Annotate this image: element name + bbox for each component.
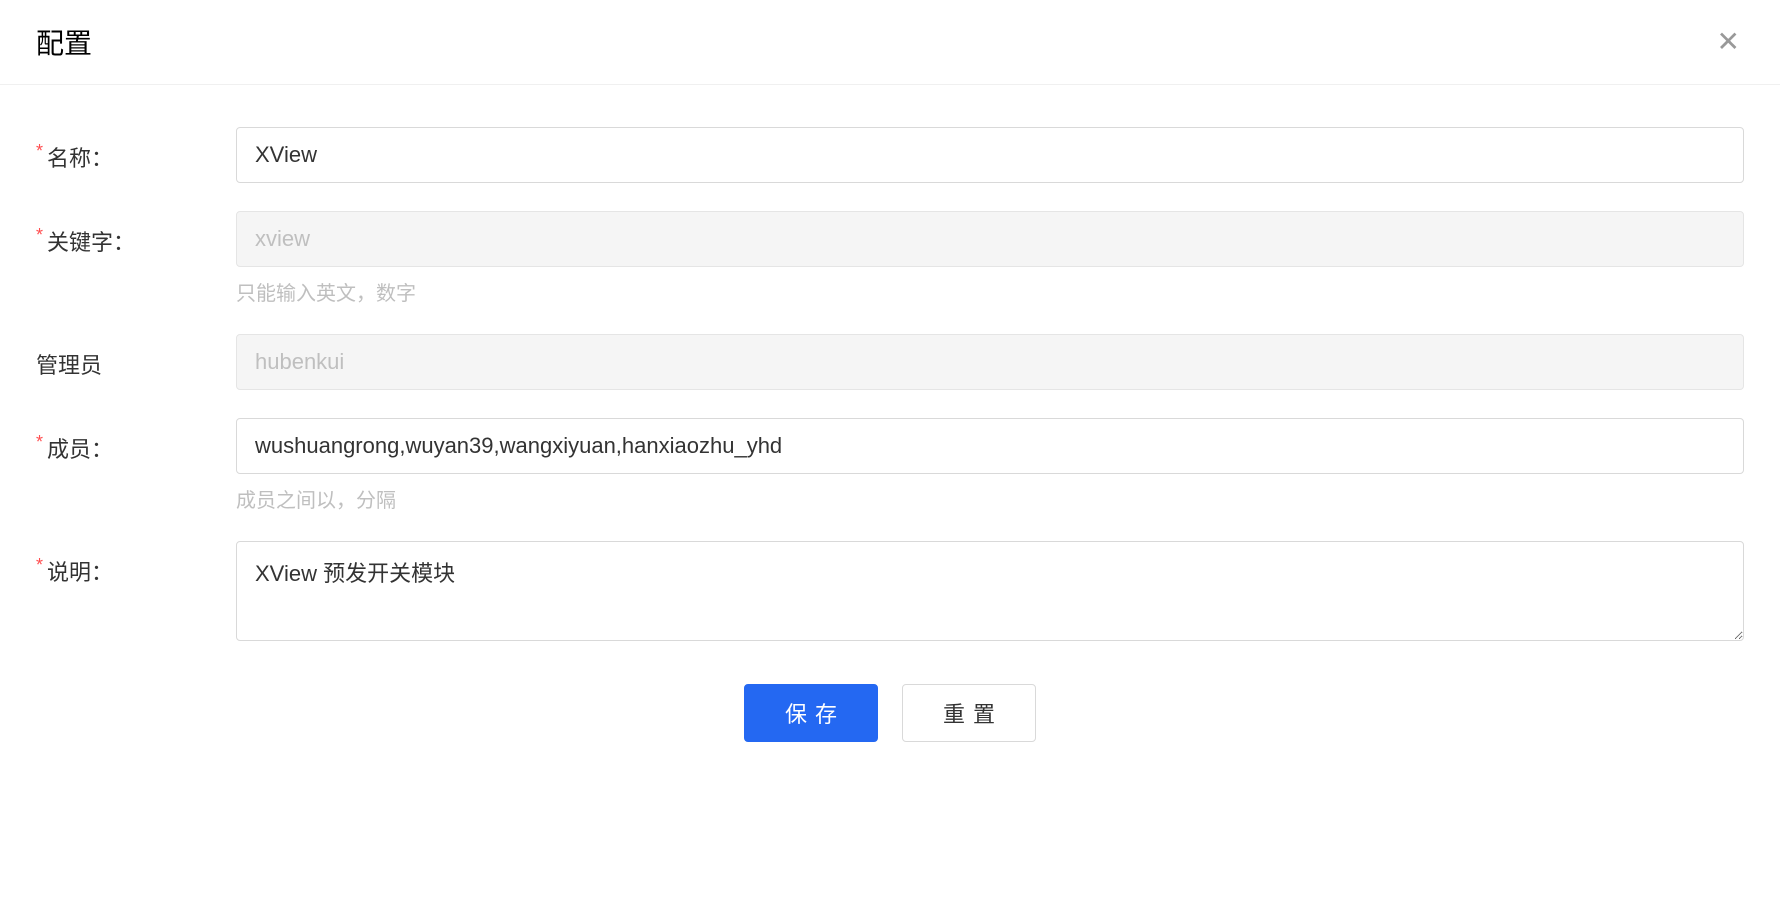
config-modal: 配置 ✕ 名称： 关键字： 只能输入英文，数字 管理员 成员： (0, 0, 1780, 796)
keyword-hint: 只能输入英文，数字 (236, 277, 1744, 306)
members-hint: 成员之间以，分隔 (236, 484, 1744, 513)
name-input[interactable] (236, 127, 1744, 183)
members-label: 成员： (36, 418, 236, 464)
description-control (236, 541, 1744, 646)
form-row-admin: 管理员 (36, 334, 1744, 390)
name-label: 名称： (36, 127, 236, 173)
admin-control (236, 334, 1744, 390)
modal-header: 配置 ✕ (0, 0, 1780, 85)
modal-body: 名称： 关键字： 只能输入英文，数字 管理员 成员： 成员之间以，分隔 (0, 85, 1780, 796)
reset-button[interactable]: 重置 (902, 684, 1036, 742)
form-row-description: 说明： (36, 541, 1744, 646)
form-row-name: 名称： (36, 127, 1744, 183)
description-label: 说明： (36, 541, 236, 587)
members-control: 成员之间以，分隔 (236, 418, 1744, 513)
modal-footer: 保存 重置 (36, 674, 1744, 772)
admin-input (236, 334, 1744, 390)
keyword-label: 关键字： (36, 211, 236, 257)
keyword-control: 只能输入英文，数字 (236, 211, 1744, 306)
modal-title: 配置 (36, 22, 92, 62)
keyword-input (236, 211, 1744, 267)
name-control (236, 127, 1744, 183)
close-icon[interactable]: ✕ (1713, 24, 1744, 60)
form-row-keyword: 关键字： 只能输入英文，数字 (36, 211, 1744, 306)
save-button[interactable]: 保存 (744, 684, 878, 742)
members-input[interactable] (236, 418, 1744, 474)
admin-label: 管理员 (36, 334, 236, 380)
description-textarea[interactable] (236, 541, 1744, 641)
form-row-members: 成员： 成员之间以，分隔 (36, 418, 1744, 513)
